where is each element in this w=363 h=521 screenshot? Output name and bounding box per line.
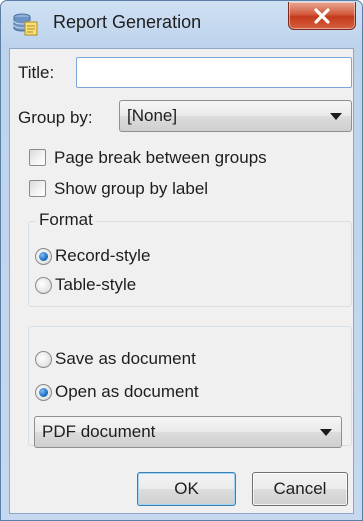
open-as-document-radio[interactable] — [35, 384, 52, 401]
title-bar[interactable]: Report Generation — [1, 1, 362, 47]
group-by-value: [None] — [127, 106, 178, 125]
window-title: Report Generation — [53, 12, 202, 32]
table-style-label: Table-style — [55, 275, 137, 294]
page-break-label: Page break between groups — [54, 148, 267, 167]
ok-button[interactable]: OK — [137, 472, 236, 506]
close-icon — [314, 7, 330, 24]
record-style-radio[interactable] — [35, 248, 52, 265]
title-input[interactable] — [76, 57, 352, 88]
title-label: Title: — [18, 63, 55, 82]
table-style-radio[interactable] — [35, 277, 52, 294]
chevron-down-icon — [330, 113, 342, 120]
document-type-value: PDF document — [42, 422, 156, 441]
open-as-document-label: Open as document — [55, 382, 199, 401]
document-type-select[interactable]: PDF document — [34, 416, 342, 448]
close-button[interactable] — [288, 2, 356, 30]
cancel-button[interactable]: Cancel — [252, 472, 348, 506]
show-group-label-label: Show group by label — [54, 179, 209, 198]
database-report-icon — [13, 13, 38, 36]
format-legend: Format — [36, 210, 96, 230]
group-by-label: Group by: — [18, 108, 93, 127]
save-as-document-radio[interactable] — [35, 351, 52, 368]
save-as-document-label: Save as document — [55, 349, 196, 368]
dialog-content: Title: Group by: [None] Page break betwe… — [9, 48, 354, 514]
group-by-select[interactable]: [None] — [119, 100, 352, 132]
page-break-checkbox[interactable] — [29, 149, 46, 166]
show-group-label-checkbox[interactable] — [29, 180, 46, 197]
record-style-label: Record-style — [55, 246, 151, 265]
chevron-down-icon — [320, 429, 332, 436]
report-generation-window: Report Generation Title: Group by: [None… — [0, 0, 363, 521]
